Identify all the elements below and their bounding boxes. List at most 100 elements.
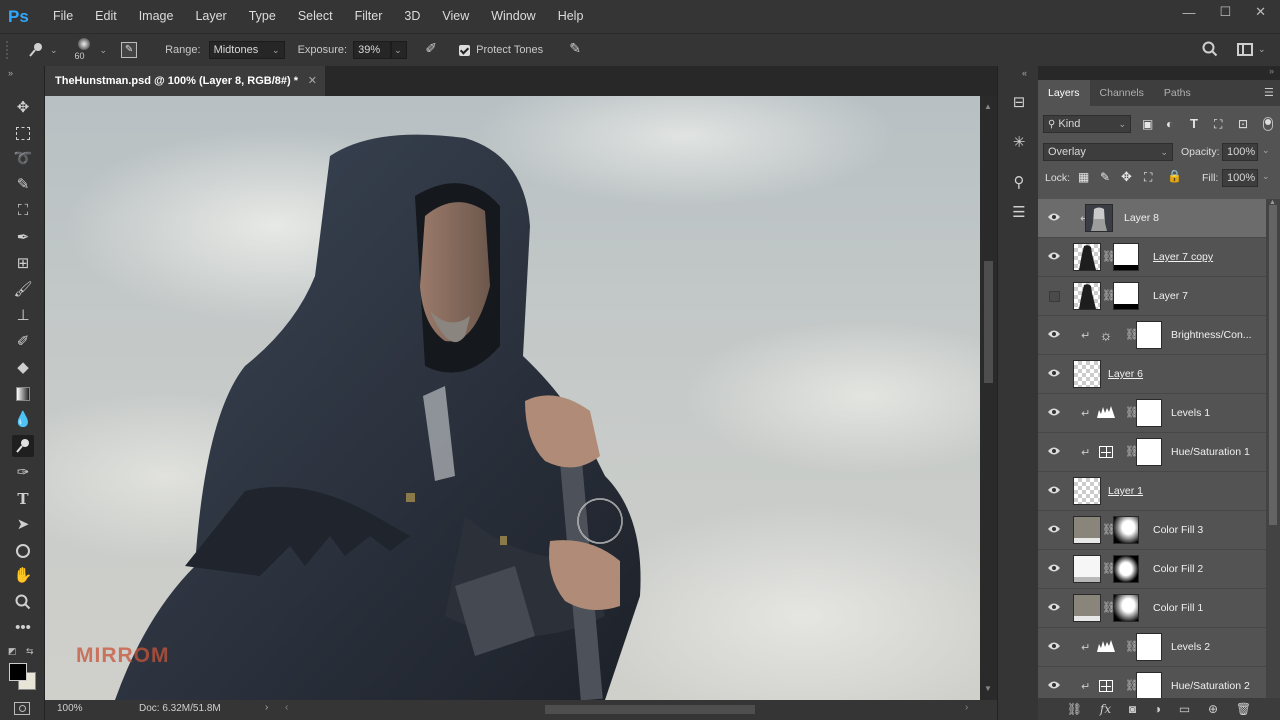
- collapse-panel-icon[interactable]: »: [1269, 66, 1274, 76]
- brush-panel-toggle-icon[interactable]: ✎: [121, 42, 138, 58]
- menu-view[interactable]: View: [431, 0, 480, 33]
- pressure-size-icon[interactable]: ✎: [565, 40, 585, 60]
- layer-row[interactable]: ↵ ⛓ Hue/Saturation 1: [1038, 433, 1266, 472]
- hand-tool-icon[interactable]: ✋: [12, 565, 34, 587]
- search-icon[interactable]: [1202, 41, 1218, 60]
- tab-layers[interactable]: Layers: [1038, 80, 1090, 106]
- path-selection-tool-icon[interactable]: ➤: [12, 514, 34, 536]
- layer-row[interactable]: ↵ ⛓ Levels 1: [1038, 394, 1266, 433]
- new-group-icon[interactable]: ▭: [1179, 702, 1190, 716]
- menu-help[interactable]: Help: [547, 0, 595, 33]
- filter-toggle-icon[interactable]: [1263, 117, 1273, 131]
- exposure-input[interactable]: 39%: [353, 41, 392, 59]
- layer-row[interactable]: ⛓ Layer 7 copy: [1038, 238, 1266, 277]
- lasso-tool-icon[interactable]: ➰: [12, 148, 34, 170]
- quick-mask-icon[interactable]: [14, 702, 30, 715]
- scroll-down-icon[interactable]: ▼: [984, 684, 992, 693]
- lock-position-icon[interactable]: ✥: [1121, 169, 1132, 185]
- visibility-eye-icon[interactable]: [1047, 329, 1061, 341]
- lock-all-icon[interactable]: 🔒: [1167, 169, 1182, 183]
- chevron-down-icon[interactable]: ⌄: [100, 45, 108, 56]
- workspace-icon[interactable]: [1237, 43, 1253, 56]
- menu-select[interactable]: Select: [287, 0, 344, 33]
- visibility-eye-icon[interactable]: [1047, 641, 1061, 653]
- scroll-right-icon[interactable]: ›: [965, 702, 968, 713]
- exposure-dropdown[interactable]: ⌄: [391, 41, 408, 59]
- scroll-up-icon[interactable]: ▲: [984, 102, 992, 111]
- filter-pixel-icon[interactable]: ▣: [1142, 117, 1153, 131]
- tab-channels[interactable]: Channels: [1090, 80, 1154, 106]
- scrollbar-thumb[interactable]: [984, 261, 993, 383]
- type-tool-icon[interactable]: T: [12, 488, 34, 510]
- panel-menu-icon[interactable]: ☰: [1264, 86, 1274, 99]
- eyedropper-tool-icon[interactable]: ✒: [12, 227, 34, 249]
- navigator-panel-icon[interactable]: ✳: [1009, 133, 1029, 153]
- layer-row[interactable]: ↵ ⛓ Hue/Saturation 2: [1038, 667, 1266, 698]
- menu-type[interactable]: Type: [238, 0, 287, 33]
- collapse-panels-icon[interactable]: «: [1022, 68, 1027, 78]
- layers-scrollbar-thumb[interactable]: [1269, 205, 1277, 525]
- visibility-eye-icon[interactable]: [1047, 446, 1061, 458]
- filter-smart-object-icon[interactable]: ⊡: [1238, 117, 1248, 131]
- marquee-tool-icon[interactable]: [12, 123, 34, 145]
- history-brush-tool-icon[interactable]: ✐: [12, 331, 34, 353]
- visibility-off-box[interactable]: [1049, 291, 1060, 302]
- new-layer-icon[interactable]: ⊕: [1208, 702, 1218, 716]
- link-layers-icon[interactable]: ⛓: [1067, 702, 1082, 716]
- pen-tool-icon[interactable]: ✑: [12, 462, 34, 484]
- visibility-eye-icon[interactable]: [1047, 368, 1061, 380]
- move-tool-icon[interactable]: ✥: [12, 97, 34, 119]
- airbrush-icon[interactable]: ✐: [421, 40, 441, 60]
- new-adjustment-layer-icon[interactable]: ◑: [1154, 702, 1161, 716]
- chevron-down-icon[interactable]: ⌄: [1262, 145, 1270, 156]
- menu-filter[interactable]: Filter: [344, 0, 394, 33]
- swap-colors-icon[interactable]: ⇆: [26, 646, 34, 657]
- spot-healing-tool-icon[interactable]: ⊞: [12, 253, 34, 275]
- ellipse-tool-icon[interactable]: [12, 540, 34, 562]
- chevron-down-icon[interactable]: ⌄: [1262, 171, 1270, 182]
- gradient-tool-icon[interactable]: [12, 383, 34, 405]
- opacity-input[interactable]: 100%: [1222, 143, 1258, 161]
- dodge-tool-icon[interactable]: [12, 435, 34, 457]
- default-colors-icon[interactable]: ◩: [8, 646, 17, 657]
- delete-layer-icon[interactable]: 🗑: [1236, 702, 1251, 716]
- collapse-toolbar-icon[interactable]: »: [8, 68, 13, 78]
- layer-style-fx-icon[interactable]: fx: [1100, 702, 1111, 716]
- minimize-icon[interactable]: —: [1182, 5, 1195, 20]
- zoom-level[interactable]: 100%: [57, 703, 83, 714]
- chevron-down-icon[interactable]: ⌄: [1258, 44, 1266, 55]
- zoom-tool-icon[interactable]: [12, 591, 34, 613]
- status-menu-arrow-icon[interactable]: ›: [265, 702, 268, 713]
- visibility-eye-icon[interactable]: [1047, 563, 1061, 575]
- layer-row[interactable]: Layer 1: [1038, 472, 1266, 511]
- menu-image[interactable]: Image: [128, 0, 185, 33]
- brush-tool-icon[interactable]: 🖌: [12, 279, 34, 301]
- range-select[interactable]: Midtones ⌄: [208, 41, 285, 59]
- layer-row[interactable]: ⛓ Color Fill 3: [1038, 511, 1266, 550]
- menu-edit[interactable]: Edit: [84, 0, 128, 33]
- lock-pixels-icon[interactable]: ✎: [1100, 170, 1110, 184]
- layer-row[interactable]: ⛓ Color Fill 2: [1038, 550, 1266, 589]
- fill-input[interactable]: 100%: [1222, 169, 1258, 187]
- layers-scrollbar[interactable]: ▲: [1266, 199, 1280, 698]
- visibility-eye-icon[interactable]: [1047, 524, 1061, 536]
- menu-window[interactable]: Window: [480, 0, 546, 33]
- brush-size-picker[interactable]: 60: [72, 36, 98, 64]
- menu-layer[interactable]: Layer: [184, 0, 237, 33]
- scroll-left-icon[interactable]: ‹: [285, 702, 288, 713]
- layer-row[interactable]: ↵ ☼ ⛓ Brightness/Con...: [1038, 316, 1266, 355]
- visibility-eye-icon[interactable]: [1047, 407, 1061, 419]
- layer-row[interactable]: ⛓ Color Fill 1: [1038, 589, 1266, 628]
- horizontal-scrollbar-thumb[interactable]: [545, 705, 755, 714]
- menu-3d[interactable]: 3D: [393, 0, 431, 33]
- blur-tool-icon[interactable]: 💧: [12, 409, 34, 431]
- menu-file[interactable]: File: [42, 0, 84, 33]
- tool-presets-panel-icon[interactable]: ⚲: [1009, 173, 1029, 193]
- filter-adjustment-icon[interactable]: ◐: [1166, 117, 1173, 131]
- filter-shape-icon[interactable]: ⛶: [1214, 117, 1222, 132]
- document-canvas[interactable]: MIRROM: [45, 96, 980, 700]
- layer-row[interactable]: ↵ ⛓ Levels 2: [1038, 628, 1266, 667]
- maximize-icon[interactable]: ☐: [1219, 4, 1231, 20]
- visibility-eye-icon[interactable]: [1047, 212, 1061, 224]
- visibility-eye-icon[interactable]: [1047, 251, 1061, 263]
